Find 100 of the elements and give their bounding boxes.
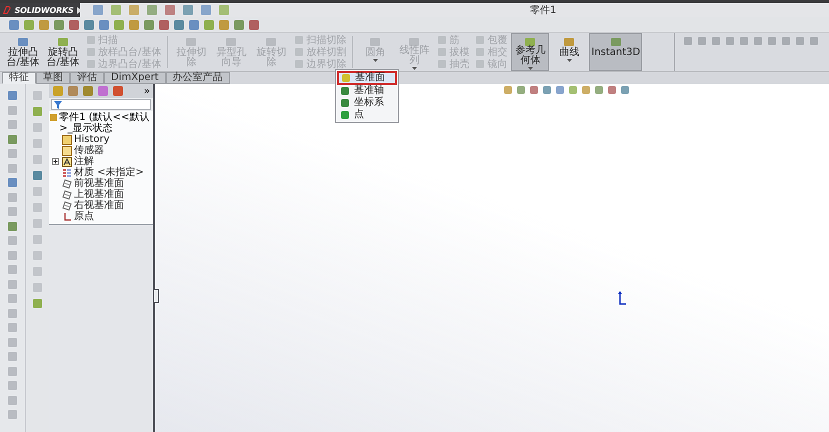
toolbar-icon[interactable] (7, 119, 18, 130)
toolbar-icon[interactable] (7, 162, 18, 174)
tool-icon (294, 47, 304, 57)
ribbon-tab[interactable]: 办公室产品 (166, 72, 230, 84)
tree-item[interactable]: History (62, 134, 110, 145)
toolbar-icon[interactable] (7, 220, 18, 232)
plane-icon (62, 178, 72, 188)
ribbon-button[interactable]: 旋转凸台/基体 (44, 33, 82, 71)
toolbar-icon[interactable] (92, 4, 104, 16)
window-title: 零件1 (530, 4, 556, 17)
tool-icon (437, 35, 448, 45)
toolbar-icon[interactable] (128, 4, 140, 16)
toolbar-icon[interactable] (164, 4, 176, 16)
tree-item[interactable]: 材质 <未指定> (62, 167, 144, 178)
panel-tab-icon[interactable] (96, 85, 110, 97)
tool-icon (610, 36, 622, 48)
tree-item[interactable]: 前视基准面 (62, 178, 124, 189)
ribbon-button[interactable]: 拉伸凸台/基体 (4, 33, 42, 71)
toolbar-icon[interactable] (7, 351, 18, 362)
toolbar-icon[interactable] (218, 4, 230, 16)
toolbar-icon[interactable] (203, 18, 215, 30)
toolbar-icon[interactable] (158, 18, 170, 30)
toolbar-icon[interactable] (182, 4, 194, 16)
origin-axes-icon (617, 291, 627, 307)
expand-icon[interactable] (52, 158, 59, 165)
ribbon-tab[interactable]: 特征 (2, 72, 36, 84)
ribbon-tab[interactable]: DimXpert (104, 72, 166, 84)
tool-icon (475, 47, 486, 57)
toolbar-icon[interactable] (32, 106, 43, 117)
toolbar-icon[interactable] (7, 308, 18, 318)
toolbar-icon[interactable] (7, 380, 18, 391)
menu-item[interactable]: 点 (337, 109, 397, 121)
tree-item[interactable]: 零件1 (默认<<默认>_显示状态 (49, 112, 153, 134)
tool-icon (524, 36, 536, 46)
toolbar-icon[interactable] (7, 394, 18, 406)
material-icon (62, 168, 72, 178)
toolbar-icon[interactable] (143, 18, 155, 30)
toolbar-icon[interactable] (200, 4, 212, 16)
toolbar-icon[interactable] (7, 264, 18, 275)
panel-tab-icon[interactable] (81, 85, 95, 97)
menu-item[interactable]: 基准轴 (337, 85, 397, 97)
tree-item[interactable]: 右视基准面 (62, 200, 124, 211)
toolbar-icon[interactable] (23, 18, 35, 30)
toolbar-icon[interactable] (83, 18, 95, 30)
origin-icon (62, 212, 72, 222)
tree-item[interactable]: 原点 (62, 211, 94, 222)
toolbar-icon[interactable] (110, 4, 122, 16)
tool-icon (475, 35, 486, 45)
toolbar-icon[interactable] (7, 366, 18, 376)
toolbar-icon[interactable] (7, 148, 18, 159)
toolbar-icon[interactable] (68, 18, 80, 30)
app-name: SOLIDWORKS (14, 6, 74, 14)
menu-item[interactable]: 坐标系 (337, 97, 397, 109)
toolbar-icon[interactable] (32, 170, 43, 181)
toolbar-icon[interactable] (248, 18, 260, 30)
panel-tab-icon[interactable] (66, 85, 80, 97)
panel-tab-icon[interactable] (51, 85, 65, 97)
toolbar-icon[interactable] (7, 322, 18, 333)
ribbon-button[interactable]: Instant3D (589, 33, 642, 71)
toolbar-icon[interactable] (128, 18, 140, 30)
caret-icon[interactable] (76, 6, 80, 14)
toolbar-icon[interactable] (38, 18, 50, 30)
toolbar-icon[interactable] (98, 18, 110, 30)
ribbon-button[interactable]: 曲线 (551, 33, 588, 71)
toolbar-icon[interactable] (7, 192, 18, 202)
menu-item[interactable]: 基准面 (337, 71, 397, 85)
toolbar-icon[interactable] (113, 18, 125, 30)
toolbar-icon[interactable] (218, 18, 230, 30)
toolbar-icon[interactable] (32, 298, 43, 309)
tree-item[interactable]: 上视基准面 (62, 189, 124, 200)
panel-tab-icon[interactable] (111, 85, 125, 97)
toolbar-icon[interactable] (7, 336, 18, 348)
toolbar-icon[interactable] (7, 206, 18, 217)
toolbar-icon[interactable] (7, 250, 18, 260)
toolbar-icon[interactable] (7, 134, 18, 144)
tree-item[interactable]: 传感器 (62, 145, 104, 156)
toolbar-icon[interactable] (7, 90, 18, 101)
toolbar-icon[interactable] (7, 235, 18, 246)
tool-icon (17, 36, 29, 48)
toolbar-icon[interactable] (53, 18, 65, 30)
toolbar-icon[interactable] (7, 293, 18, 304)
toolbar-icon[interactable] (7, 104, 18, 116)
toolbar-icon[interactable] (7, 278, 18, 290)
toolbar-icon[interactable] (233, 18, 245, 30)
toolbar-icon[interactable] (7, 409, 18, 420)
toolbar-icon[interactable] (146, 4, 158, 16)
part-icon (50, 112, 58, 122)
plane-icon (62, 200, 72, 210)
panel-splitter-handle[interactable] (154, 289, 159, 303)
filter-field[interactable] (51, 99, 151, 110)
toolbar-icon[interactable] (7, 177, 18, 188)
toolbar-icon[interactable] (8, 18, 20, 30)
ribbon-button[interactable]: 参考几何体 (511, 33, 550, 71)
more-tabs-button[interactable]: » (144, 86, 153, 96)
tree-item[interactable]: 注解 (62, 156, 94, 167)
ribbon-tab[interactable]: 草图 (36, 72, 70, 84)
toolbar-icon[interactable] (188, 18, 200, 30)
toolbar-icon[interactable] (173, 18, 185, 30)
ribbon-tab[interactable]: 评估 (70, 72, 104, 84)
filter-icon (54, 100, 62, 108)
